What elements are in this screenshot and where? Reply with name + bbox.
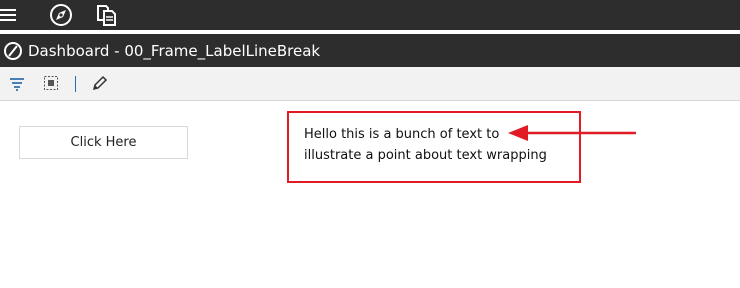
toolbar-separator bbox=[75, 76, 76, 92]
edit-pencil-icon[interactable] bbox=[91, 75, 108, 92]
filter-icon[interactable] bbox=[9, 76, 25, 92]
app-logo-icon bbox=[4, 42, 22, 60]
click-here-button[interactable]: Click Here bbox=[19, 126, 188, 159]
compass-icon[interactable] bbox=[49, 3, 73, 27]
annotation-arrow-icon bbox=[508, 125, 636, 141]
dashboard-title: Dashboard - 00_Frame_LabelLineBreak bbox=[28, 42, 321, 60]
hamburger-menu-icon[interactable] bbox=[0, 6, 18, 24]
select-frame-icon[interactable] bbox=[43, 75, 59, 91]
label-line-2: illustrate a point about text wrapping bbox=[304, 148, 547, 163]
dashboard-toolbar bbox=[0, 67, 740, 101]
documents-icon[interactable] bbox=[95, 3, 119, 27]
top-app-bar bbox=[0, 0, 740, 30]
dashboard-title-bar: Dashboard - 00_Frame_LabelLineBreak bbox=[0, 34, 740, 67]
